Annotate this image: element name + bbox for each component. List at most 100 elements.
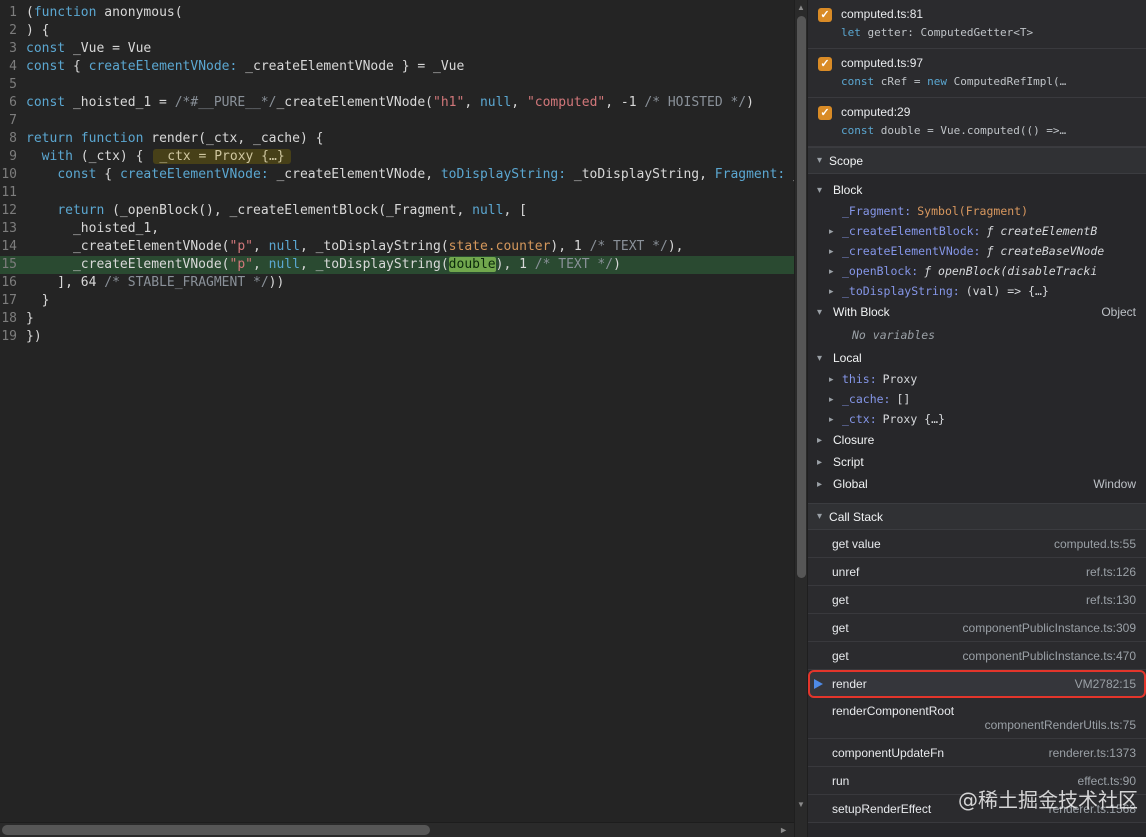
callstack-frame[interactable]: get componentPublicInstance.ts:309	[808, 614, 1146, 642]
callstack-frame[interactable]: setupRenderEffect renderer.ts:1568	[808, 795, 1146, 823]
scope-variable[interactable]: ▸ _cache: []	[808, 389, 1146, 409]
code-token: ComputedRefImpl(…	[946, 75, 1067, 88]
callstack-section-header[interactable]: ▾ Call Stack	[808, 503, 1146, 530]
line-number[interactable]: 16	[0, 274, 26, 292]
code-token: /*#__PURE__*/	[174, 95, 277, 110]
code-line: 19})	[0, 328, 794, 346]
code-token: }	[26, 293, 50, 308]
scope-group-local[interactable]: ▾ Local	[808, 347, 1146, 369]
line-number[interactable]: 11	[0, 184, 26, 202]
frame-function: render	[832, 676, 867, 691]
breakpoint-entry[interactable]: ✓ computed.ts:81 let getter: ComputedGette…	[808, 0, 1146, 49]
line-number[interactable]: 6	[0, 94, 26, 112]
code-token: null	[268, 239, 300, 254]
scope-variable[interactable]: _Fragment: Symbol(Fragment)	[808, 201, 1146, 221]
scope-tree: ▾ Block _Fragment: Symbol(Fragment) ▸ _create…	[808, 174, 1146, 503]
scroll-up-icon[interactable]: ▲	[795, 3, 807, 12]
scope-type-label: Object	[1101, 305, 1136, 319]
code-line: 18}	[0, 310, 794, 328]
scope-group-global[interactable]: ▸ Global Window	[808, 473, 1146, 495]
callstack-frame[interactable]: unref ref.ts:126	[808, 558, 1146, 586]
callstack-frame[interactable]: get value computed.ts:55	[808, 530, 1146, 558]
code-token: "p"	[229, 239, 253, 254]
horizontal-scrollbar-thumb[interactable]	[2, 825, 430, 835]
code-line: 6 const _hoisted_1 = /*#__PURE__*/_create…	[0, 94, 794, 112]
line-number[interactable]: 5	[0, 76, 26, 94]
line-number[interactable]: 3	[0, 40, 26, 58]
line-number[interactable]: 12	[0, 202, 26, 220]
line-number[interactable]: 9	[0, 148, 26, 166]
scope-group-script[interactable]: ▸ Script	[808, 451, 1146, 473]
breakpoint-checkbox[interactable]: ✓	[818, 106, 832, 120]
scope-group-block[interactable]: ▾ Block	[808, 179, 1146, 201]
scope-variable[interactable]: ▸ _createElementVNode: ƒ createBaseVNode	[808, 241, 1146, 261]
triangle-right-icon: ▸	[817, 456, 823, 468]
horizontal-scrollbar[interactable]: ►	[0, 822, 794, 837]
frame-function: run	[832, 773, 850, 788]
line-number[interactable]: 7	[0, 112, 26, 130]
code-token: )	[613, 257, 621, 272]
vertical-scrollbar-thumb[interactable]	[797, 16, 806, 578]
code-token: {	[65, 59, 89, 74]
line-number[interactable]: 19	[0, 328, 26, 346]
line-number[interactable]: 14	[0, 238, 26, 256]
frame-function: get	[832, 592, 849, 607]
breakpoint-checkbox[interactable]: ✓	[818, 8, 832, 22]
line-number[interactable]: 10	[0, 166, 26, 184]
line-number[interactable]: 13	[0, 220, 26, 238]
code-line: 1 (function anonymous(	[0, 4, 794, 22]
callstack-frame[interactable]: get ref.ts:130	[808, 586, 1146, 614]
breakpoint-entry[interactable]: ✓ computed.ts:97 const cRef = new Computed…	[808, 49, 1146, 98]
variable-value: []	[896, 392, 911, 406]
vertical-scrollbar[interactable]: ▲ ▼	[794, 0, 808, 837]
frame-function: get value	[832, 536, 881, 551]
code-text: return function render(_ctx, _cache) {	[26, 130, 323, 148]
line-number[interactable]: 8	[0, 130, 26, 148]
line-number[interactable]: 17	[0, 292, 26, 310]
code-token: {	[96, 167, 120, 182]
callstack-section-title: Call Stack	[829, 509, 884, 524]
callstack-frame[interactable]: render VM2782:15	[808, 670, 1146, 698]
scope-variable[interactable]: ▸ _toDisplayString: (val) => {…}	[808, 281, 1146, 301]
code-token: }	[26, 311, 34, 326]
scroll-right-icon[interactable]: ►	[779, 825, 788, 835]
variable-name: _cache:	[842, 392, 891, 406]
code-line: 13 _hoisted_1,	[0, 220, 794, 238]
scope-group-label: With Block	[833, 305, 890, 319]
callstack-frame[interactable]: get componentPublicInstance.ts:470	[808, 642, 1146, 670]
line-number[interactable]: 2	[0, 22, 26, 40]
scope-section-header[interactable]: ▾ Scope	[808, 147, 1146, 174]
code-token: return	[57, 203, 105, 218]
scope-variable[interactable]: ▸ _createElementBlock: ƒ createElementB	[808, 221, 1146, 241]
line-number[interactable]: 4	[0, 58, 26, 76]
code-token: anonymous(	[96, 5, 183, 20]
code-line: 8 return function render(_ctx, _cache) {	[0, 130, 794, 148]
callstack-frame[interactable]: run effect.ts:90	[808, 767, 1146, 795]
breakpoint-entry[interactable]: ✓ computed:29 const double = Vue.computed(…	[808, 98, 1146, 147]
line-number[interactable]: 18	[0, 310, 26, 328]
line-number[interactable]: 15	[0, 256, 26, 274]
scope-variable[interactable]: ▸ this: Proxy	[808, 369, 1146, 389]
variable-name: _toDisplayString:	[842, 284, 960, 298]
scope-group-with-block[interactable]: ▾ With Block Object	[808, 301, 1146, 323]
code-token: with	[41, 149, 73, 164]
code-token: "h1"	[433, 95, 465, 110]
scope-group-closure[interactable]: ▸ Closure	[808, 429, 1146, 451]
code-editor[interactable]: 1 (function anonymous(2) {3 const _Vue = V…	[0, 0, 794, 837]
scope-variable[interactable]: ▸ _openBlock: ƒ openBlock(disableTracki	[808, 261, 1146, 281]
scope-group-label: Script	[833, 455, 864, 469]
frame-location: ref.ts:130	[1085, 592, 1136, 607]
line-number[interactable]: 1	[0, 4, 26, 22]
code-line: 2) {	[0, 22, 794, 40]
triangle-down-icon: ▾	[817, 511, 823, 522]
callstack-frame[interactable]: renderComponentRoot componentRenderUtils.…	[808, 698, 1146, 739]
variable-value: ƒ createBaseVNode	[986, 244, 1105, 258]
variable-value: (val) => {…}	[965, 284, 1049, 298]
scroll-down-icon[interactable]: ▼	[795, 800, 807, 809]
frame-function: componentUpdateFn	[832, 745, 945, 760]
breakpoint-checkbox[interactable]: ✓	[818, 57, 832, 71]
callstack-frame[interactable]: componentUpdateFn renderer.ts:1373	[808, 739, 1146, 767]
scope-variable[interactable]: ▸ _ctx: Proxy {…}	[808, 409, 1146, 429]
variable-value: ƒ createElementB	[986, 224, 1098, 238]
